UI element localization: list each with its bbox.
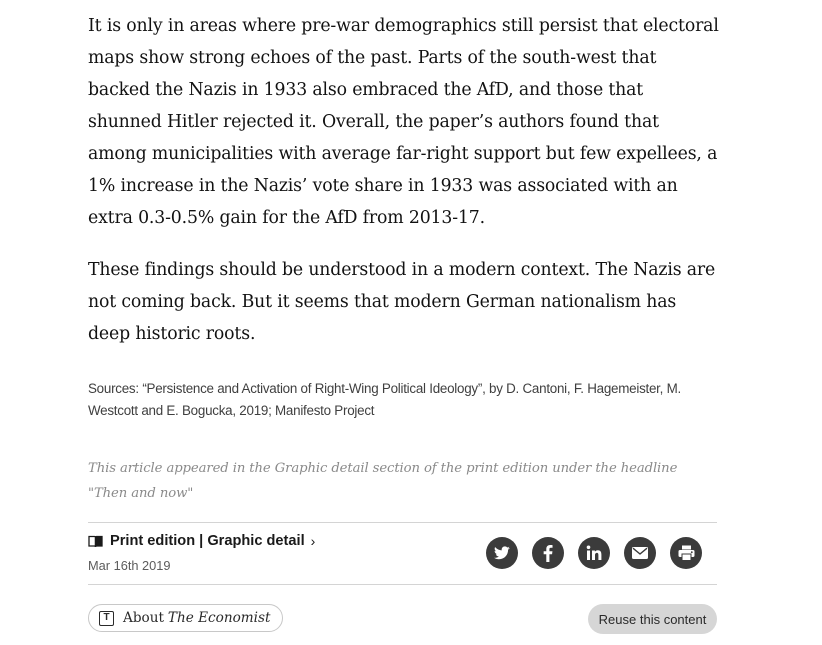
- facebook-icon[interactable]: [532, 537, 564, 569]
- share-bar: [486, 537, 716, 569]
- twitter-icon[interactable]: [486, 537, 518, 569]
- chevron-right-icon: ›: [310, 533, 316, 549]
- print-edition-link[interactable]: Print edition | Graphic detail ›: [88, 533, 315, 549]
- reuse-content-button[interactable]: Reuse this content: [588, 604, 717, 634]
- article-paragraph: It is only in areas where pre-war demogr…: [88, 16, 719, 228]
- divider: [88, 584, 717, 585]
- divider: [88, 522, 717, 523]
- print-icon[interactable]: [670, 537, 702, 569]
- email-icon[interactable]: [624, 537, 656, 569]
- sources-note: Sources: “Persistence and Activation of …: [88, 381, 681, 418]
- about-economist-button[interactable]: T About The Economist: [88, 604, 284, 632]
- publish-date: Mar 16th 2019: [88, 558, 171, 573]
- print-edition-note: This article appeared in the Graphic det…: [88, 461, 678, 501]
- economist-t-icon: T: [99, 610, 114, 626]
- article-paragraph: These findings should be understood in a…: [88, 260, 716, 344]
- book-icon: [88, 535, 103, 547]
- print-edition-label: Print edition | Graphic detail: [110, 533, 305, 549]
- about-label: About: [123, 610, 164, 626]
- article-body: It is only in areas where pre-war demogr…: [88, 10, 720, 370]
- about-brand: The Economist: [167, 610, 271, 626]
- linkedin-icon[interactable]: [578, 537, 610, 569]
